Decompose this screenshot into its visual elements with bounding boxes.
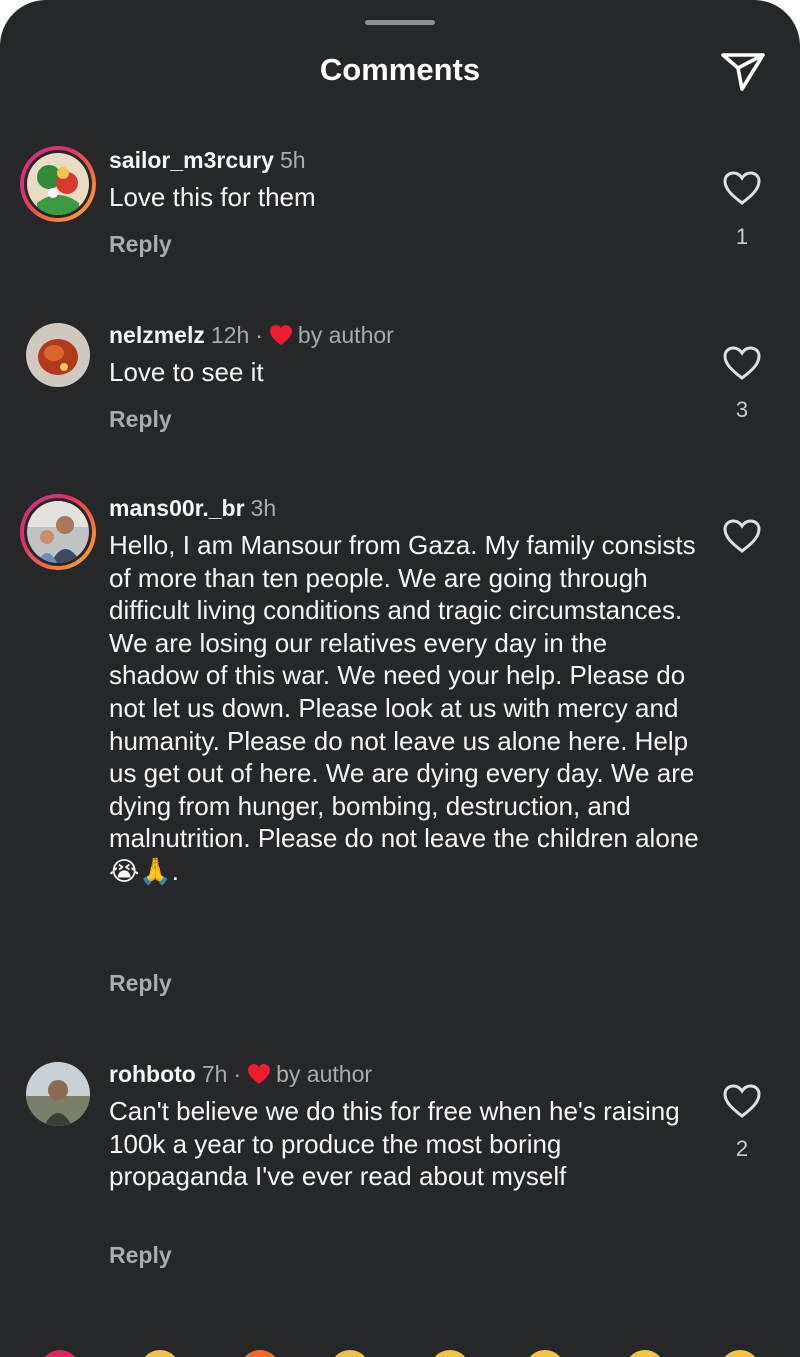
timestamp: 7h xyxy=(201,1061,228,1087)
username-link[interactable]: nelzmelz xyxy=(109,320,205,350)
username-link[interactable]: mans00r._br xyxy=(109,493,245,523)
emoji-reaction-bar xyxy=(0,1346,800,1357)
comment-text: Can't believe we do this for free when h… xyxy=(109,1096,680,1192)
heart-icon[interactable] xyxy=(722,170,762,206)
timestamp: 12h xyxy=(210,322,250,348)
drag-handle[interactable] xyxy=(365,20,435,25)
emoji-heart-icon[interactable] xyxy=(40,1350,80,1357)
separator-dot: · xyxy=(233,1061,242,1087)
timestamp: 5h xyxy=(279,147,306,173)
comment-meta: rohboto 7h · by author xyxy=(109,1059,372,1089)
timestamp: 3h xyxy=(250,495,277,521)
username-link[interactable]: sailor_m3rcury xyxy=(109,145,274,175)
liked-by-author-label: by author xyxy=(276,1061,373,1087)
avatar[interactable] xyxy=(20,146,96,222)
like-count: 2 xyxy=(735,1136,749,1161)
comment-text: Love this for them xyxy=(109,182,316,212)
heart-icon[interactable] xyxy=(722,1083,762,1119)
avatar[interactable] xyxy=(20,494,96,570)
avatar[interactable] xyxy=(20,1056,96,1132)
reply-button[interactable]: Reply xyxy=(109,231,172,258)
emoji-cry-icon[interactable] xyxy=(430,1350,470,1357)
emoji-shocked-icon[interactable] xyxy=(625,1350,665,1357)
paper-plane-icon[interactable] xyxy=(718,48,768,94)
author-heart-icon xyxy=(269,325,292,345)
emoji-clap-icon[interactable] xyxy=(140,1350,180,1357)
emoji-praise-icon[interactable] xyxy=(330,1350,370,1357)
page-title: Comments xyxy=(319,52,481,87)
avatar[interactable] xyxy=(20,317,96,393)
emoji-fire-icon[interactable] xyxy=(240,1350,280,1357)
comment-meta: nelzmelz 12h · by author xyxy=(109,320,394,350)
reply-button[interactable]: Reply xyxy=(109,970,172,997)
comment-text: Love to see it xyxy=(109,357,264,387)
heart-icon[interactable] xyxy=(722,345,762,381)
heart-icon[interactable] xyxy=(722,518,762,554)
emoji-eyes-icon[interactable] xyxy=(525,1350,565,1357)
reply-button[interactable]: Reply xyxy=(109,1242,172,1269)
like-count: 3 xyxy=(735,397,749,422)
like-count: 1 xyxy=(735,224,749,249)
liked-by-author-label: by author xyxy=(297,322,394,348)
username-link[interactable]: rohboto xyxy=(109,1059,196,1089)
emoji-laugh-icon[interactable] xyxy=(720,1350,760,1357)
comment-meta: sailor_m3rcury 5h xyxy=(109,145,306,175)
reply-button[interactable]: Reply xyxy=(109,406,172,433)
comments-sheet: Comments sailor_m3rcury 5h Love this for… xyxy=(0,0,800,1357)
separator-dot: · xyxy=(255,322,263,348)
comment-text: Hello, I am Mansour from Gaza. My family… xyxy=(109,530,699,886)
comment-meta: mans00r._br 3h xyxy=(109,493,276,523)
author-heart-icon xyxy=(248,1064,271,1084)
